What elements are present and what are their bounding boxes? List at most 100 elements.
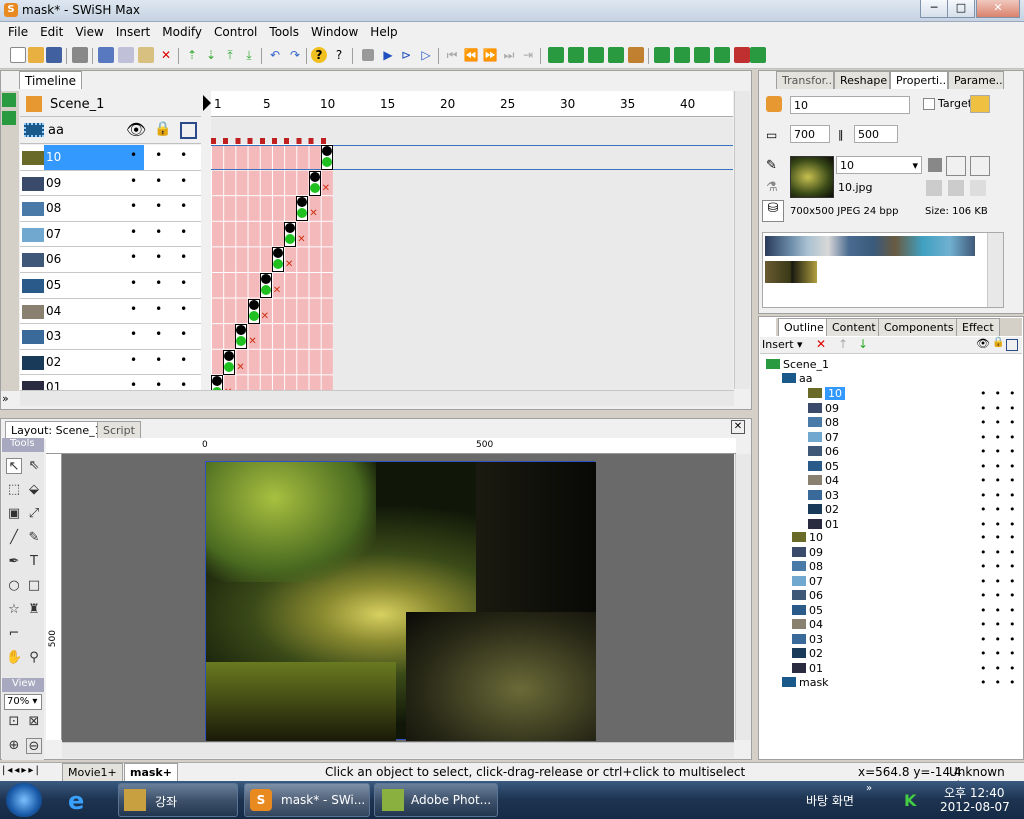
outline-item[interactable]: 05: [792, 604, 823, 618]
insert-button-icon[interactable]: [588, 47, 604, 63]
layer-row[interactable]: 02 •••: [20, 349, 201, 376]
outline-group-item[interactable]: 08: [808, 416, 839, 430]
outline-dots[interactable]: •••: [980, 416, 1023, 429]
add-scene-icon[interactable]: [2, 93, 16, 107]
keyframe-dot[interactable]: [224, 350, 235, 361]
menu-insert[interactable]: Insert: [108, 22, 154, 39]
move-bottom-icon[interactable]: ⤓: [241, 47, 257, 63]
minimize-button[interactable]: ─: [920, 0, 948, 18]
keyframe-dot[interactable]: [285, 222, 296, 233]
help-icon[interactable]: ?: [311, 47, 327, 63]
name-input[interactable]: 10: [790, 96, 910, 114]
outline-item[interactable]: 04: [792, 618, 823, 632]
effect-dot[interactable]: [285, 233, 296, 244]
save-icon[interactable]: [46, 47, 62, 63]
copy-icon[interactable]: [118, 47, 134, 63]
effect-dot[interactable]: [260, 285, 271, 295]
layer-row[interactable]: 04 •••: [20, 298, 201, 325]
layer-row[interactable]: 03 •••: [20, 324, 201, 350]
timeline-nav-button[interactable]: »: [2, 392, 9, 405]
outline-group-item[interactable]: 06: [808, 445, 839, 459]
effect-dot[interactable]: [321, 157, 332, 167]
fill-icon[interactable]: ⚗: [766, 180, 778, 195]
effect5-icon[interactable]: [734, 47, 750, 63]
outline-dots[interactable]: •••: [980, 460, 1023, 473]
outline-dots[interactable]: •••: [980, 618, 1023, 631]
gallery-thumbs-row2[interactable]: [765, 261, 817, 283]
layer-row[interactable]: 06 •••: [20, 247, 201, 273]
paste-image-icon[interactable]: [948, 180, 964, 196]
remove-effect-icon[interactable]: ✕: [273, 285, 281, 296]
outline-dots[interactable]: •••: [980, 503, 1023, 516]
outline-dots[interactable]: •••: [980, 662, 1023, 675]
remove-effect-icon[interactable]: ✕: [322, 183, 330, 194]
ellipse-tool-icon[interactable]: ○: [6, 578, 22, 594]
effect-dot[interactable]: [248, 310, 259, 321]
outline-lock-icon[interactable]: 🔒: [992, 337, 1004, 348]
add-layer-icon[interactable]: [2, 111, 16, 125]
autoshape-tool-icon[interactable]: ♜: [26, 602, 42, 618]
tab-transform[interactable]: Transfor...: [776, 71, 834, 89]
layer-row[interactable]: 10 •••: [20, 145, 201, 171]
menu-tools[interactable]: Tools: [261, 22, 303, 39]
pencil-icon[interactable]: ✎: [766, 158, 777, 173]
outline-group-item[interactable]: 01: [808, 518, 839, 532]
rectangle-tool-icon[interactable]: □: [26, 578, 42, 594]
remove-effect-icon[interactable]: ✕: [248, 336, 256, 347]
layer-dots[interactable]: •••: [130, 199, 205, 213]
width-input[interactable]: 700: [790, 125, 830, 143]
layer-dots[interactable]: •••: [130, 148, 205, 162]
zoom-out-icon[interactable]: ⊖: [26, 738, 42, 754]
tab-effect[interactable]: Effect: [956, 318, 1000, 336]
delete-icon[interactable]: ✕: [158, 47, 174, 63]
outline-mode-icon[interactable]: [1006, 339, 1018, 351]
scene-row[interactable]: Scene_1: [20, 91, 201, 117]
reset-image-icon[interactable]: [970, 180, 986, 196]
remove-effect-icon[interactable]: ✕: [297, 234, 305, 245]
pencil-tool-icon[interactable]: ✎: [26, 530, 42, 546]
ie-icon[interactable]: e: [68, 787, 100, 815]
keyframe-dot[interactable]: [309, 171, 320, 182]
move-top-icon[interactable]: ⤒: [222, 47, 238, 63]
tab-parameters[interactable]: Parame...: [948, 71, 1004, 89]
lock-icon[interactable]: 🔒: [154, 121, 171, 137]
image-import-icon[interactable]: [946, 156, 966, 176]
outline-item[interactable]: 02: [792, 647, 823, 661]
menu-modify[interactable]: Modify: [154, 22, 206, 39]
image-gallery[interactable]: [762, 232, 1004, 308]
outline-item[interactable]: 03: [792, 633, 823, 647]
layer-row[interactable]: 07 •••: [20, 221, 201, 248]
prev-frame-icon[interactable]: ⏪: [463, 47, 479, 63]
outline-delete-icon[interactable]: ✕: [816, 337, 826, 351]
remove-effect-icon[interactable]: ✕: [285, 259, 293, 270]
outline-group-item[interactable]: 09: [808, 402, 839, 416]
insert-sprite-icon[interactable]: [608, 47, 624, 63]
height-input[interactable]: 500: [854, 125, 898, 143]
layer-row[interactable]: 09 •••: [20, 170, 201, 197]
outline-dots[interactable]: •••: [980, 445, 1023, 458]
outline-dots[interactable]: •••: [980, 560, 1023, 573]
eyedropper-tool-icon[interactable]: ⌐: [6, 626, 22, 642]
keyframe-dot[interactable]: [321, 146, 332, 156]
remove-effect-icon[interactable]: ✕: [309, 208, 317, 219]
remove-effect-icon[interactable]: ✕: [236, 362, 244, 373]
tab-components[interactable]: Components: [878, 318, 960, 336]
tab-timeline[interactable]: Timeline: [19, 71, 83, 89]
zoom-fit-icon[interactable]: ⊡: [6, 714, 22, 730]
outline-dots[interactable]: •••: [980, 604, 1023, 617]
outline-dots[interactable]: •••: [980, 431, 1023, 444]
image-export-icon[interactable]: [970, 156, 990, 176]
fill-transform-icon[interactable]: ▣: [6, 506, 22, 522]
layer-dots[interactable]: •••: [130, 250, 205, 264]
next-frame-icon[interactable]: ⏩: [482, 47, 498, 63]
target-checkbox[interactable]: [923, 98, 935, 110]
outline-group-item[interactable]: 05: [808, 460, 839, 474]
tab-layout[interactable]: Layout: Scene_1: [5, 421, 108, 439]
image-select[interactable]: 10 ▾: [836, 156, 922, 174]
outline-dots[interactable]: •••: [980, 402, 1023, 415]
layer-dots[interactable]: •••: [130, 302, 205, 316]
layer-dots[interactable]: •••: [130, 327, 205, 341]
zoom-selection-icon[interactable]: ⊠: [26, 714, 42, 730]
outline-item[interactable]: 10: [792, 531, 823, 545]
select-tool-icon[interactable]: ↖: [6, 458, 22, 474]
